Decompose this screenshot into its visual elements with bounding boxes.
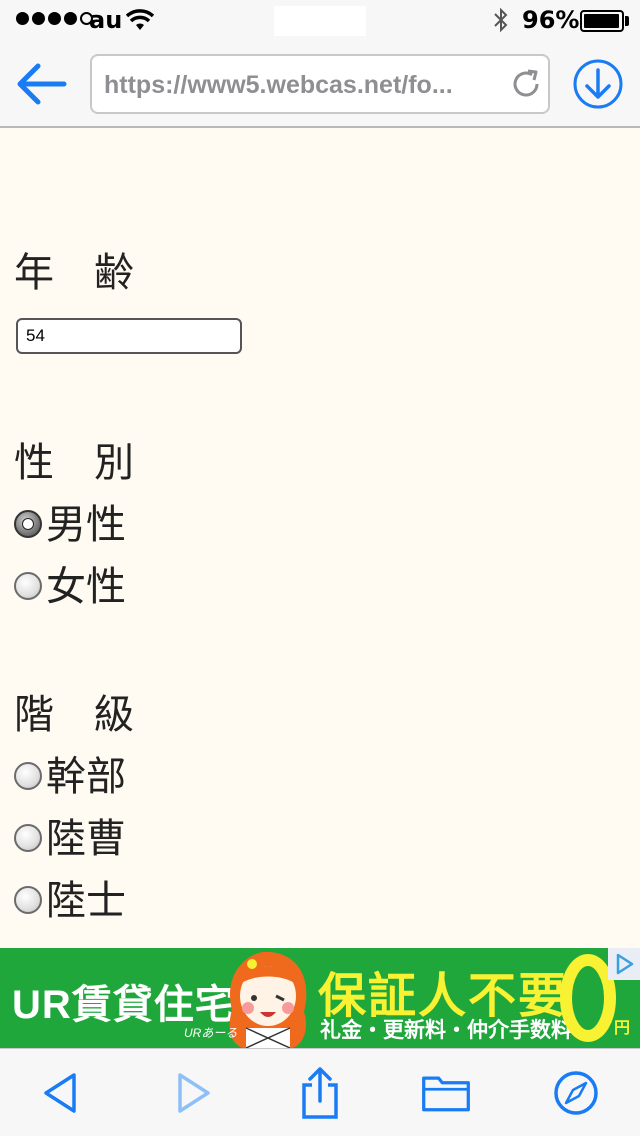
forward-icon[interactable] xyxy=(168,1069,220,1117)
radio-button[interactable] xyxy=(14,886,42,914)
reload-icon[interactable] xyxy=(510,68,542,100)
radio-label: 陸士 xyxy=(46,878,126,924)
label-char: 年 xyxy=(14,250,54,296)
share-icon[interactable] xyxy=(294,1065,346,1119)
back-arrow-icon[interactable] xyxy=(16,62,68,106)
age-label: 年齢 xyxy=(14,240,134,298)
signal-dot xyxy=(16,12,29,25)
signal-strength-icon xyxy=(16,12,93,25)
carrier-name: au xyxy=(89,6,123,34)
wifi-icon xyxy=(126,9,154,30)
signal-dot xyxy=(32,12,45,25)
label-char: 級 xyxy=(94,692,134,738)
battery-fill xyxy=(584,14,619,28)
battery-icon xyxy=(580,10,624,32)
radio-button[interactable] xyxy=(14,572,42,600)
battery-nub xyxy=(625,16,629,26)
label-char: 階 xyxy=(14,692,54,738)
browser-toolbar xyxy=(0,1048,640,1136)
radio-button[interactable] xyxy=(14,510,42,538)
ad-brand: UR賃貸住宅 xyxy=(12,983,236,1027)
ad-small-brand: URあーる xyxy=(184,1026,238,1040)
browser-nav-bar: https://www5.webcas.net/fo... xyxy=(0,40,640,128)
rank-option-sergeant[interactable]: 陸曹 xyxy=(14,806,126,864)
label-char: 齢 xyxy=(94,250,134,296)
status-bar: au 96% xyxy=(0,0,640,40)
ad-subline: 礼金・更新料・仲介手数料 xyxy=(320,1019,572,1042)
bluetooth-icon xyxy=(494,7,508,33)
rank-option-officer[interactable]: 幹部 xyxy=(14,744,126,802)
radio-button[interactable] xyxy=(14,762,42,790)
radio-button[interactable] xyxy=(14,824,42,852)
signal-dot xyxy=(64,12,77,25)
web-page-content: 年齢 54 性別 男性 女性 階級 幹部 陸曹 陸士 xyxy=(0,130,640,948)
safari-icon[interactable] xyxy=(550,1069,602,1117)
radio-label: 男性 xyxy=(46,502,126,548)
gender-label: 性別 xyxy=(14,430,134,488)
ad-choices-icon[interactable] xyxy=(608,948,640,980)
label-char: 性 xyxy=(14,440,54,486)
url-text[interactable]: https://www5.webcas.net/fo... xyxy=(104,71,494,100)
ad-yen: 円 xyxy=(614,1020,631,1037)
ad-banner[interactable]: UR賃貸住宅 URあーる 保証人不要 礼金・更新料・仲介手数料 円 xyxy=(0,948,640,1048)
address-bar[interactable]: https://www5.webcas.net/fo... xyxy=(90,54,550,114)
status-bar-blank xyxy=(274,6,366,36)
age-input[interactable]: 54 xyxy=(16,318,242,354)
rank-label: 階級 xyxy=(14,682,134,740)
battery-percentage: 96% xyxy=(522,6,580,34)
signal-dot xyxy=(48,12,61,25)
radio-label: 幹部 xyxy=(46,754,126,800)
gender-option-male[interactable]: 男性 xyxy=(14,492,126,550)
download-icon[interactable] xyxy=(572,58,624,110)
gender-option-female[interactable]: 女性 xyxy=(14,554,126,612)
back-icon[interactable] xyxy=(36,1069,88,1117)
bookmarks-icon[interactable] xyxy=(420,1069,472,1117)
label-char: 別 xyxy=(94,440,134,486)
radio-label: 陸曹 xyxy=(46,816,126,862)
radio-label: 女性 xyxy=(46,564,126,610)
rank-option-private[interactable]: 陸士 xyxy=(14,868,126,926)
